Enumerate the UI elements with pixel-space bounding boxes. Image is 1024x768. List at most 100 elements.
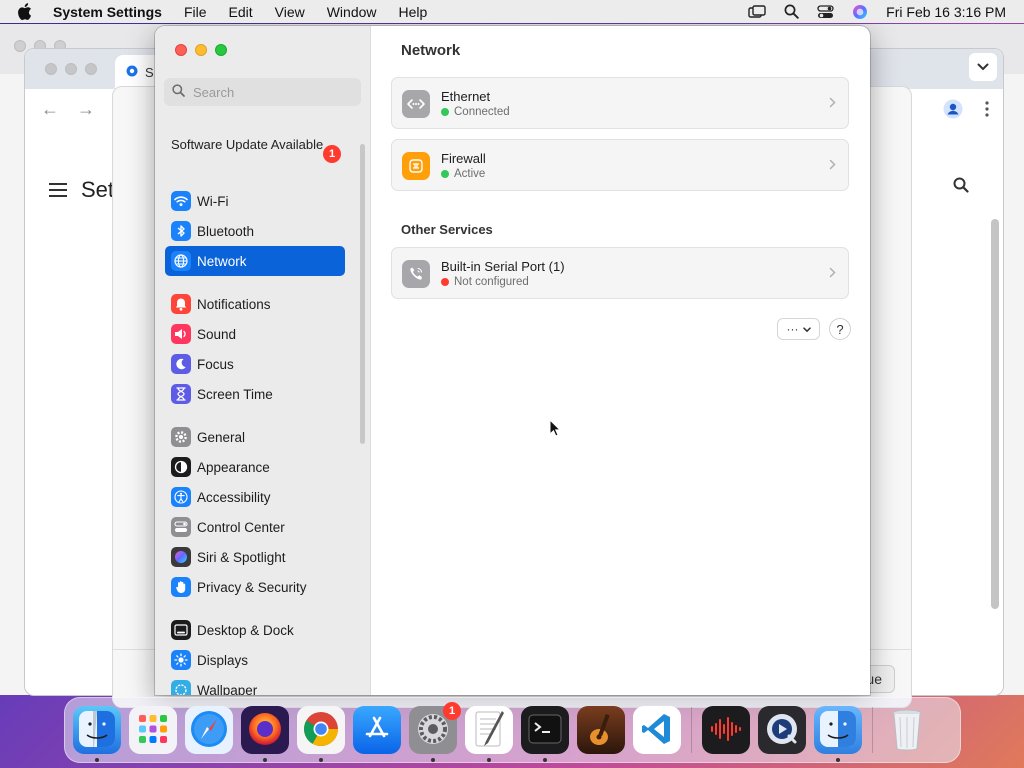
dock-separator bbox=[691, 707, 692, 753]
back-arrow-icon[interactable]: ← bbox=[41, 99, 59, 120]
sidebar-item-general[interactable]: General bbox=[165, 422, 345, 452]
phone-icon bbox=[402, 260, 430, 288]
dock-app-store[interactable] bbox=[353, 706, 401, 754]
sidebar-item-displays[interactable]: Displays bbox=[165, 645, 345, 675]
more-actions-button[interactable]: ··· bbox=[777, 318, 820, 340]
sidebar-item-wifi[interactable]: Wi-Fi bbox=[165, 186, 345, 216]
dock-chrome[interactable] bbox=[297, 706, 345, 762]
window-controls bbox=[175, 44, 227, 56]
dock-firefox[interactable] bbox=[241, 706, 289, 762]
software-update-item[interactable]: Software Update Available 1 bbox=[171, 137, 343, 171]
serial-port-status: Not configured bbox=[441, 276, 529, 288]
forward-arrow-icon[interactable]: → bbox=[77, 99, 95, 120]
voice-memos-icon bbox=[708, 716, 744, 744]
hand-icon bbox=[171, 577, 191, 597]
sidebar-item-label: Wi-Fi bbox=[197, 193, 229, 209]
dock-terminal[interactable] bbox=[521, 706, 569, 762]
sidebar-item-network[interactable]: Network bbox=[165, 246, 345, 276]
sidebar-item-wallpaper[interactable]: Wallpaper bbox=[165, 675, 345, 695]
help-button[interactable]: ? bbox=[829, 318, 851, 340]
page-title-text: Set bbox=[81, 177, 115, 202]
dock-system-settings[interactable]: 1 bbox=[409, 702, 461, 762]
minimize-window-button[interactable] bbox=[195, 44, 207, 56]
safari-icon bbox=[189, 709, 229, 752]
dock-launchpad[interactable] bbox=[129, 706, 177, 754]
help-menu[interactable]: Help bbox=[399, 4, 428, 20]
siri-icon bbox=[171, 547, 191, 567]
dock: 1 bbox=[64, 697, 961, 763]
sidebar-item-label: Appearance bbox=[197, 459, 270, 475]
firewall-row[interactable]: Firewall Active bbox=[391, 139, 849, 191]
dock-voice-memos[interactable] bbox=[702, 706, 750, 754]
window-menu[interactable]: Window bbox=[327, 4, 377, 20]
sidebar-item-bluetooth[interactable]: Bluetooth bbox=[165, 216, 345, 246]
sidebar-item-control-center[interactable]: Control Center bbox=[165, 512, 345, 542]
browser-scrollbar[interactable] bbox=[991, 219, 999, 609]
sidebar-item-screen-time[interactable]: Screen Time bbox=[165, 379, 345, 409]
menu-clock[interactable]: Fri Feb 16 3:16 PM bbox=[886, 4, 1006, 20]
search-input[interactable] bbox=[193, 84, 343, 100]
sidebar-search bbox=[164, 78, 361, 106]
ethernet-status-text: Connected bbox=[454, 106, 510, 118]
dock-finder[interactable] bbox=[73, 706, 121, 762]
dock-quicktime[interactable] bbox=[758, 706, 806, 754]
sidebar-item-siri-spotlight[interactable]: Siri & Spotlight bbox=[165, 542, 345, 572]
firewall-title: Firewall bbox=[441, 151, 486, 166]
firefox-icon bbox=[246, 710, 284, 751]
close-window-button[interactable] bbox=[175, 44, 187, 56]
serial-port-title: Built-in Serial Port (1) bbox=[441, 259, 565, 274]
sidebar-item-desktop-dock[interactable]: Desktop & Dock bbox=[165, 615, 345, 645]
kebab-menu-icon[interactable] bbox=[985, 101, 989, 120]
sidebar-item-sound[interactable]: Sound bbox=[165, 319, 345, 349]
app-menu[interactable]: System Settings bbox=[53, 4, 162, 20]
dock-garageband[interactable] bbox=[577, 706, 625, 754]
running-indicator bbox=[836, 758, 840, 762]
mouse-pointer-icon bbox=[549, 418, 562, 440]
sidebar-item-focus[interactable]: Focus bbox=[165, 349, 345, 379]
appearance-icon bbox=[171, 457, 191, 477]
control-center-menu-icon[interactable] bbox=[817, 4, 834, 19]
firewall-status-text: Active bbox=[454, 168, 486, 180]
view-menu[interactable]: View bbox=[275, 4, 305, 20]
chevron-down-icon[interactable] bbox=[969, 53, 997, 81]
dock-vscode[interactable] bbox=[633, 706, 681, 754]
edit-menu[interactable]: Edit bbox=[229, 4, 253, 20]
dock-textedit[interactable] bbox=[465, 706, 513, 762]
file-menu[interactable]: File bbox=[184, 4, 207, 20]
wallpaper-icon bbox=[171, 680, 191, 695]
dock-trash[interactable] bbox=[883, 706, 931, 754]
chevron-down-icon bbox=[802, 322, 811, 336]
page-title: Network bbox=[401, 42, 461, 59]
sidebar-scrollbar[interactable] bbox=[360, 144, 365, 444]
sidebar-item-privacy-security[interactable]: Privacy & Security bbox=[165, 572, 345, 602]
ethernet-row[interactable]: Ethernet Connected bbox=[391, 77, 849, 129]
appstore-icon bbox=[362, 714, 392, 747]
sidebar-item-appearance[interactable]: Appearance bbox=[165, 452, 345, 482]
textedit-icon bbox=[472, 709, 506, 752]
siri-menu-icon[interactable] bbox=[852, 4, 868, 20]
bell-icon bbox=[171, 294, 191, 314]
sidebar-item-label: Sound bbox=[197, 326, 237, 342]
hamburger-menu-icon[interactable] bbox=[49, 177, 67, 203]
zoom-window-button[interactable] bbox=[215, 44, 227, 56]
screen-mirroring-icon[interactable] bbox=[748, 4, 766, 19]
sidebar-item-label: Wallpaper bbox=[197, 682, 258, 696]
running-indicator bbox=[431, 758, 435, 762]
hourglass-icon bbox=[171, 384, 191, 404]
dock-safari[interactable] bbox=[185, 706, 233, 754]
spotlight-icon[interactable] bbox=[784, 4, 799, 19]
ethernet-icon bbox=[402, 90, 430, 118]
other-services-heading: Other Services bbox=[401, 222, 493, 237]
page-search-icon[interactable] bbox=[953, 177, 969, 196]
sidebar-item-accessibility[interactable]: Accessibility bbox=[165, 482, 345, 512]
browser-tab-label: S bbox=[145, 64, 154, 80]
more-actions-label: ··· bbox=[786, 322, 799, 336]
dock-finder-2[interactable] bbox=[814, 706, 862, 762]
sidebar-item-notifications[interactable]: Notifications bbox=[165, 289, 345, 319]
system-settings-window: Software Update Available 1 Wi-Fi Blueto… bbox=[155, 26, 870, 695]
sidebar-item-label: Focus bbox=[197, 356, 234, 372]
firewall-status: Active bbox=[441, 168, 485, 180]
profile-icon[interactable] bbox=[943, 99, 963, 122]
serial-port-row[interactable]: Built-in Serial Port (1) Not configured bbox=[391, 247, 849, 299]
apple-menu-icon[interactable] bbox=[17, 3, 39, 20]
